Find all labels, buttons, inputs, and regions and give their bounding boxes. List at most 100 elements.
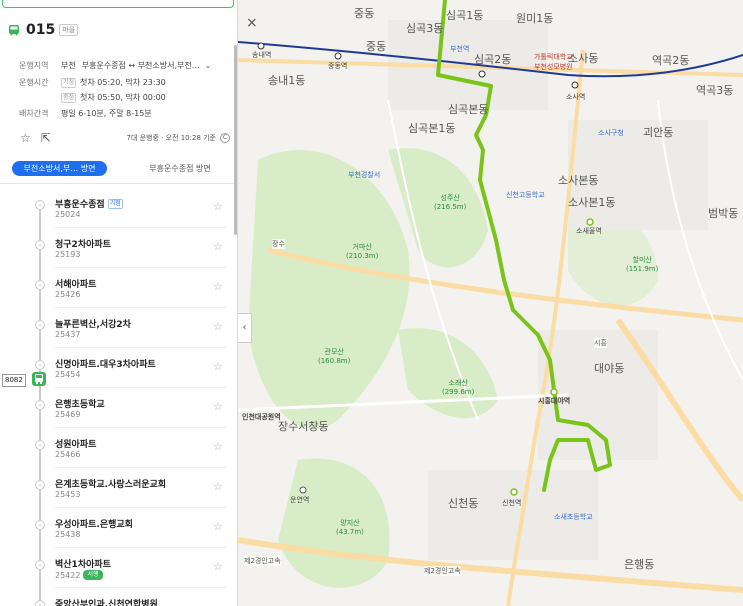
tab-direction-bucheon[interactable]: 부천소방서,부… 방면 [12, 161, 107, 176]
end-tag: 종점 [61, 92, 77, 103]
area-label: 소사본1동 [568, 196, 616, 209]
area-label: 괴안동 [643, 126, 674, 139]
park-area [278, 458, 390, 588]
collapse-panel-button[interactable]: ‹ [238, 313, 252, 343]
station-label: 부천역 [450, 45, 470, 53]
area-label: 중동 [354, 7, 375, 20]
chevron-down-icon[interactable]: ⌄ [205, 61, 212, 70]
area-label: 심곡2동 [474, 53, 512, 66]
star-icon[interactable]: ☆ [213, 560, 223, 573]
area-label: 소사본동 [558, 174, 599, 187]
divider [55, 547, 227, 548]
area-label: 역곡3동 [696, 84, 734, 97]
station-marker[interactable] [510, 488, 518, 496]
bus-plate: 8082 [2, 374, 26, 387]
stop-item[interactable]: ⌄ 우성아파트.은행교회 25438 ☆ [0, 516, 232, 556]
map-view[interactable]: 성주산 (216.5m) 거마산 (210.3m) 관모산 (160.8m) 소래산(… [238, 0, 743, 606]
star-icon[interactable]: ☆ [213, 480, 223, 493]
station-label: 소사역 [566, 93, 586, 101]
refresh-icon[interactable]: C [220, 133, 230, 143]
star-icon[interactable]: ☆ [213, 520, 223, 533]
stop-item[interactable]: ⌄ 서해아파트 25426 ☆ [0, 276, 232, 316]
area-label: 심곡1동 [446, 9, 484, 22]
bus-icon [9, 25, 19, 36]
stop-item[interactable]: ⌄ 늘푸른벽산,서강2차 25437 ☆ [0, 316, 232, 356]
operation-status: 7대 운행중 · 오전 10:28 기준 [126, 134, 217, 142]
mountain-label: 할미산 (151.9m) [626, 256, 659, 273]
stop-name: 서해아파트 [55, 280, 97, 290]
stop-id: 25437 [55, 330, 81, 339]
stop-name: 신명아파트.대우3차아파트 [55, 360, 156, 370]
station-marker[interactable] [586, 218, 594, 226]
stop-item[interactable]: ⌄ 벽산1차아파트 25422 서행 ☆ [0, 556, 232, 596]
panel-scrollbar[interactable] [234, 45, 237, 235]
stop-item[interactable]: ⌄ 청구2차아파트 25193 ☆ [0, 236, 232, 276]
stop-item[interactable]: ⌄ 은계초등학교.사랑스러운교회 25453 ☆ [0, 476, 232, 516]
station-marker[interactable] [550, 388, 558, 396]
divider [55, 267, 227, 268]
station-marker[interactable] [478, 70, 486, 78]
star-icon[interactable]: ☆ [213, 200, 223, 213]
station-marker[interactable] [299, 486, 307, 494]
station-marker[interactable] [257, 42, 265, 50]
poi-label: 신천고등학교 [506, 191, 545, 199]
stop-id: 25466 [55, 450, 81, 459]
chevron-down-icon: ⌄ [35, 320, 45, 330]
star-icon[interactable]: ☆ [213, 440, 223, 453]
close-icon[interactable]: × [246, 16, 258, 30]
area-label: 심곡3동 [406, 22, 444, 35]
star-icon[interactable]: ☆ [213, 240, 223, 253]
star-icon[interactable]: ☆ [213, 320, 223, 333]
station-label: 소새울역 [576, 227, 602, 235]
divider [55, 307, 227, 308]
region-label: 운행지역 [19, 61, 49, 70]
star-icon[interactable]: ☆ [213, 360, 223, 373]
interval-value: 평일 6-10분, 주말 8-15분 [61, 109, 152, 118]
divider [55, 587, 227, 588]
interval-label: 배차간격 [19, 109, 49, 118]
chevron-down-icon: ⌄ [35, 400, 45, 410]
divider [55, 227, 227, 228]
road-label: 제2경인고속 [424, 566, 461, 576]
route-panel: 015 마을 운행지역 부천 부흥운수종점 ↔ 부천소방서,부천… ⌄ 운행시간… [0, 0, 238, 606]
stop-id: 25453 [55, 490, 81, 499]
stop-id: 25426 [55, 290, 81, 299]
map-canvas[interactable] [238, 0, 743, 606]
stop-tag: 기점 [107, 198, 123, 209]
stop-name: 늘푸른벽산,서강2차 [55, 320, 131, 330]
station-label: 시흥대야역 [538, 397, 571, 405]
star-icon[interactable]: ☆ [213, 400, 223, 413]
stop-name: 은행초등학교 [55, 400, 105, 410]
tab-direction-buheung[interactable]: 부흥운수종점 방면 [130, 161, 230, 176]
bus-position-icon[interactable] [32, 372, 46, 386]
station-marker[interactable] [334, 52, 342, 60]
info-time-row: 운행시간 기점 첫차 05:20, 막차 23:30 [19, 77, 166, 88]
road-label: 제2경인고속 [244, 556, 281, 566]
poi-label: 소새초등학교 [554, 513, 593, 521]
stop-item[interactable]: ⌄ 중앙산부인과.신천연합병원 [0, 596, 232, 606]
poi-label: 부천경찰서 [348, 171, 381, 179]
time-label: 운행시간 [19, 78, 49, 87]
stop-item[interactable]: ⌄ 성원아파트 25466 ☆ [0, 436, 232, 476]
search-box-edge[interactable] [2, 0, 234, 8]
stop-item[interactable]: ⌄ 부흥운수종점 기점 25024 ☆ [0, 196, 232, 236]
area-label: 대야동 [594, 362, 625, 375]
stop-name: 벽산1차아파트 [55, 560, 111, 570]
chevron-down-icon: ⌄ [35, 560, 45, 570]
stop-name: 은계초등학교.사랑스러운교회 [55, 480, 167, 490]
divider [55, 467, 227, 468]
action-row: ☆ ⇱ 7대 운행중 · 오전 10:28 기준 C [20, 132, 230, 144]
station-label: 신천역 [502, 499, 522, 507]
stop-id: 25454 [55, 370, 81, 379]
stop-item[interactable]: ⌄ 은행초등학교 25469 ☆ [0, 396, 232, 436]
area-label: 중동 [366, 40, 387, 53]
star-icon[interactable]: ☆ [213, 280, 223, 293]
station-marker[interactable] [571, 81, 579, 89]
stop-name: 청구2차아파트 [55, 240, 111, 250]
mountain-label: 관모산 (160.8m) [318, 348, 351, 365]
chevron-down-icon: ⌄ [35, 200, 45, 210]
favorite-star-icon[interactable]: ☆ [20, 132, 31, 144]
route-number: 015 [26, 22, 56, 38]
region-city: 부천 [61, 61, 76, 70]
share-icon[interactable]: ⇱ [41, 132, 51, 144]
